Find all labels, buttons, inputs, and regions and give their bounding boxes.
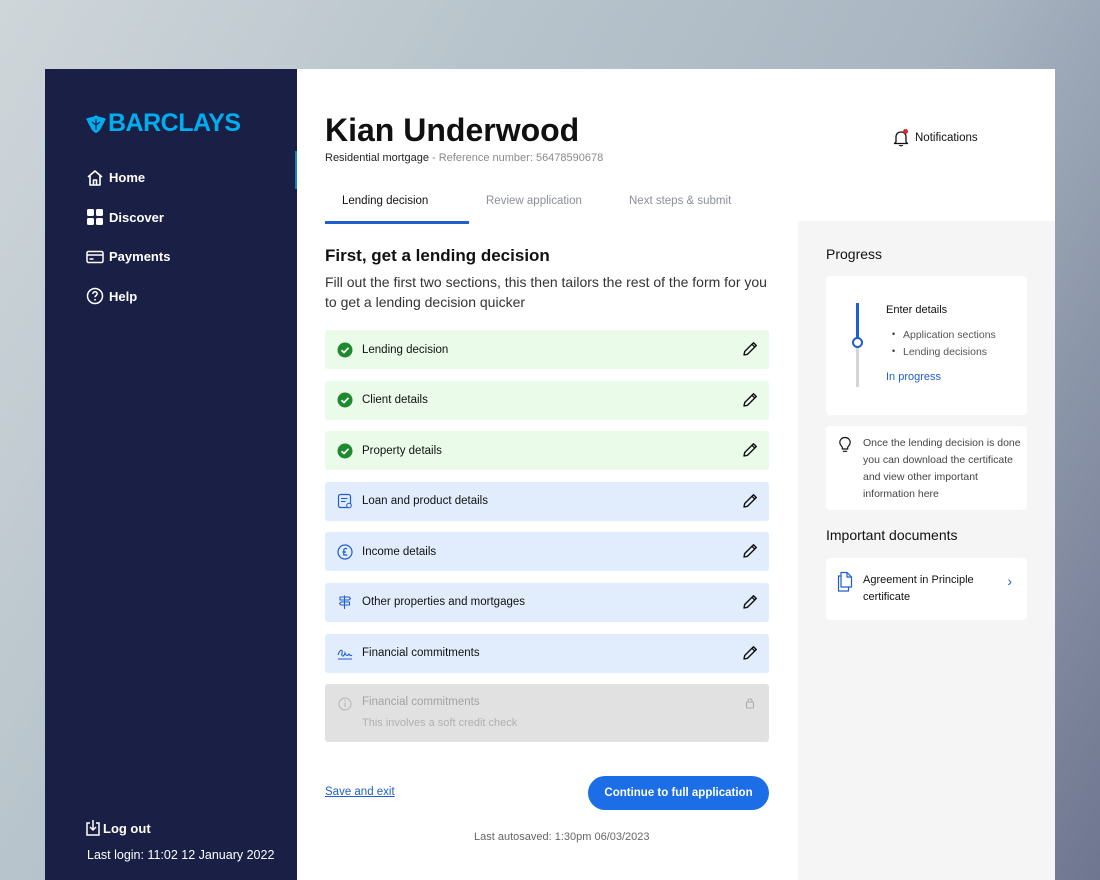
section-row-financial-commitments[interactable]: Financial commitments bbox=[325, 633, 769, 673]
progress-card: Enter details Application sections Lendi… bbox=[826, 276, 1027, 415]
documents-icon bbox=[836, 571, 854, 598]
tip-text: Once the lending decision is done you ca… bbox=[863, 437, 1021, 500]
progress-items: Application sections Lending decisions bbox=[892, 329, 996, 363]
grid-icon bbox=[85, 207, 105, 227]
section-label: Lending decision bbox=[362, 343, 449, 356]
eagle-icon bbox=[86, 114, 106, 133]
document-icon bbox=[337, 493, 353, 509]
application-subline: Residential mortgage - Reference number:… bbox=[325, 152, 603, 164]
progress-status: In progress bbox=[886, 371, 942, 383]
section-label: Loan and product details bbox=[362, 495, 488, 508]
edit-pencil-icon[interactable] bbox=[741, 593, 759, 611]
tab-next-steps-submit[interactable]: Next steps & submit bbox=[612, 189, 762, 224]
sidebar-item-label: Payments bbox=[109, 249, 171, 265]
sidebar-item-home[interactable]: Home bbox=[85, 158, 170, 198]
notifications-button[interactable]: Notifications bbox=[893, 129, 978, 147]
edit-pencil-icon[interactable] bbox=[741, 441, 759, 459]
section-label: Financial commitments bbox=[362, 647, 480, 660]
section-label: Client details bbox=[362, 394, 428, 407]
progress-panel: Progress Enter details Application secti… bbox=[798, 221, 1055, 880]
check-circle-icon bbox=[337, 392, 353, 408]
last-login-text: Last login: 11:02 12 January 2022 bbox=[87, 848, 275, 862]
signpost-icon bbox=[337, 594, 353, 610]
main-content: Kian Underwood Residential mortgage - Re… bbox=[297, 69, 1055, 880]
chevron-right-icon: › bbox=[1007, 573, 1012, 589]
sidebar-item-label: Help bbox=[109, 288, 138, 304]
check-circle-icon bbox=[337, 443, 353, 459]
barclays-logo[interactable]: BARCLAYS bbox=[85, 109, 241, 138]
sidebar: BARCLAYS Home Discover Payments Help Log… bbox=[45, 69, 297, 880]
info-icon bbox=[337, 696, 353, 712]
section-row-property-details[interactable]: Property details bbox=[325, 431, 769, 471]
section-row-loan-product-details[interactable]: Loan and product details bbox=[325, 481, 769, 521]
edit-pencil-icon[interactable] bbox=[741, 391, 759, 409]
progress-marker bbox=[852, 337, 863, 348]
section-row-other-properties[interactable]: Other properties and mortgages bbox=[325, 582, 769, 622]
save-and-exit-link[interactable]: Save and exit bbox=[325, 786, 395, 798]
logout-label: Log out bbox=[103, 820, 151, 836]
autosave-text: Last autosaved: 1:30pm 06/03/2023 bbox=[474, 831, 650, 843]
app-window: BARCLAYS Home Discover Payments Help Log… bbox=[45, 69, 1055, 880]
pound-icon bbox=[337, 544, 353, 560]
tab-lending-decision[interactable]: Lending decision bbox=[325, 189, 469, 224]
client-name: Kian Underwood bbox=[325, 112, 580, 148]
section-list: Lending decision Client details Property… bbox=[325, 330, 769, 754]
edit-pencil-icon[interactable] bbox=[741, 340, 759, 358]
section-row-locked: Financial commitments This involves a so… bbox=[325, 684, 769, 743]
tip-card: Once the lending decision is done you ca… bbox=[826, 426, 1027, 510]
logout-button[interactable]: Log out bbox=[85, 819, 151, 837]
reference-number: - Reference number: 56478590678 bbox=[428, 152, 604, 164]
sidebar-item-label: Home bbox=[109, 170, 146, 186]
lightbulb-icon bbox=[838, 436, 852, 459]
edit-pencil-icon[interactable] bbox=[741, 492, 759, 510]
edit-pencil-icon[interactable] bbox=[741, 644, 759, 662]
notification-dot bbox=[903, 129, 908, 134]
progress-step: Enter details bbox=[886, 304, 948, 316]
product-type: Residential mortgage bbox=[325, 152, 429, 164]
sidebar-item-help[interactable]: Help bbox=[85, 277, 170, 317]
home-icon bbox=[85, 168, 105, 188]
documents-title: Important documents bbox=[826, 527, 958, 543]
sidebar-item-payments[interactable]: Payments bbox=[85, 237, 170, 277]
section-sublabel: This involves a soft credit check bbox=[362, 717, 518, 730]
progress-item: Application sections bbox=[892, 329, 996, 346]
section-label: Financial commitments bbox=[362, 696, 480, 709]
sidebar-nav: Home Discover Payments Help bbox=[85, 158, 170, 316]
edit-pencil-icon[interactable] bbox=[741, 542, 759, 560]
section-title: First, get a lending decision bbox=[325, 246, 550, 265]
sidebar-item-label: Discover bbox=[109, 209, 164, 225]
tab-bar: Lending decision Review application Next… bbox=[325, 189, 762, 224]
help-icon bbox=[85, 286, 105, 306]
progress-track-fill bbox=[856, 303, 859, 341]
section-label: Property details bbox=[362, 444, 442, 457]
logout-icon bbox=[85, 819, 101, 837]
document-item[interactable]: Agreement in Principle certificate › bbox=[826, 558, 1027, 620]
card-icon bbox=[85, 247, 105, 267]
section-label: Other properties and mortgages bbox=[362, 596, 526, 609]
document-label: Agreement in Principle certificate bbox=[863, 574, 974, 603]
progress-item: Lending decisions bbox=[892, 346, 996, 363]
section-label: Income details bbox=[362, 545, 437, 558]
section-row-income-details[interactable]: Income details bbox=[325, 532, 769, 572]
section-row-lending-decision[interactable]: Lending decision bbox=[325, 330, 769, 369]
check-circle-icon bbox=[337, 342, 353, 358]
notifications-label: Notifications bbox=[915, 132, 978, 144]
continue-button[interactable]: Continue to full application bbox=[588, 776, 769, 810]
progress-title: Progress bbox=[826, 246, 883, 262]
sidebar-item-discover[interactable]: Discover bbox=[85, 198, 170, 238]
bell-icon bbox=[893, 129, 909, 147]
tab-review-application[interactable]: Review application bbox=[469, 189, 612, 224]
signature-icon bbox=[337, 645, 353, 661]
section-row-client-details[interactable]: Client details bbox=[325, 380, 769, 420]
brand-name: BARCLAYS bbox=[108, 109, 241, 137]
lock-icon bbox=[745, 697, 755, 712]
section-description: Fill out the first two sections, this th… bbox=[325, 274, 767, 310]
